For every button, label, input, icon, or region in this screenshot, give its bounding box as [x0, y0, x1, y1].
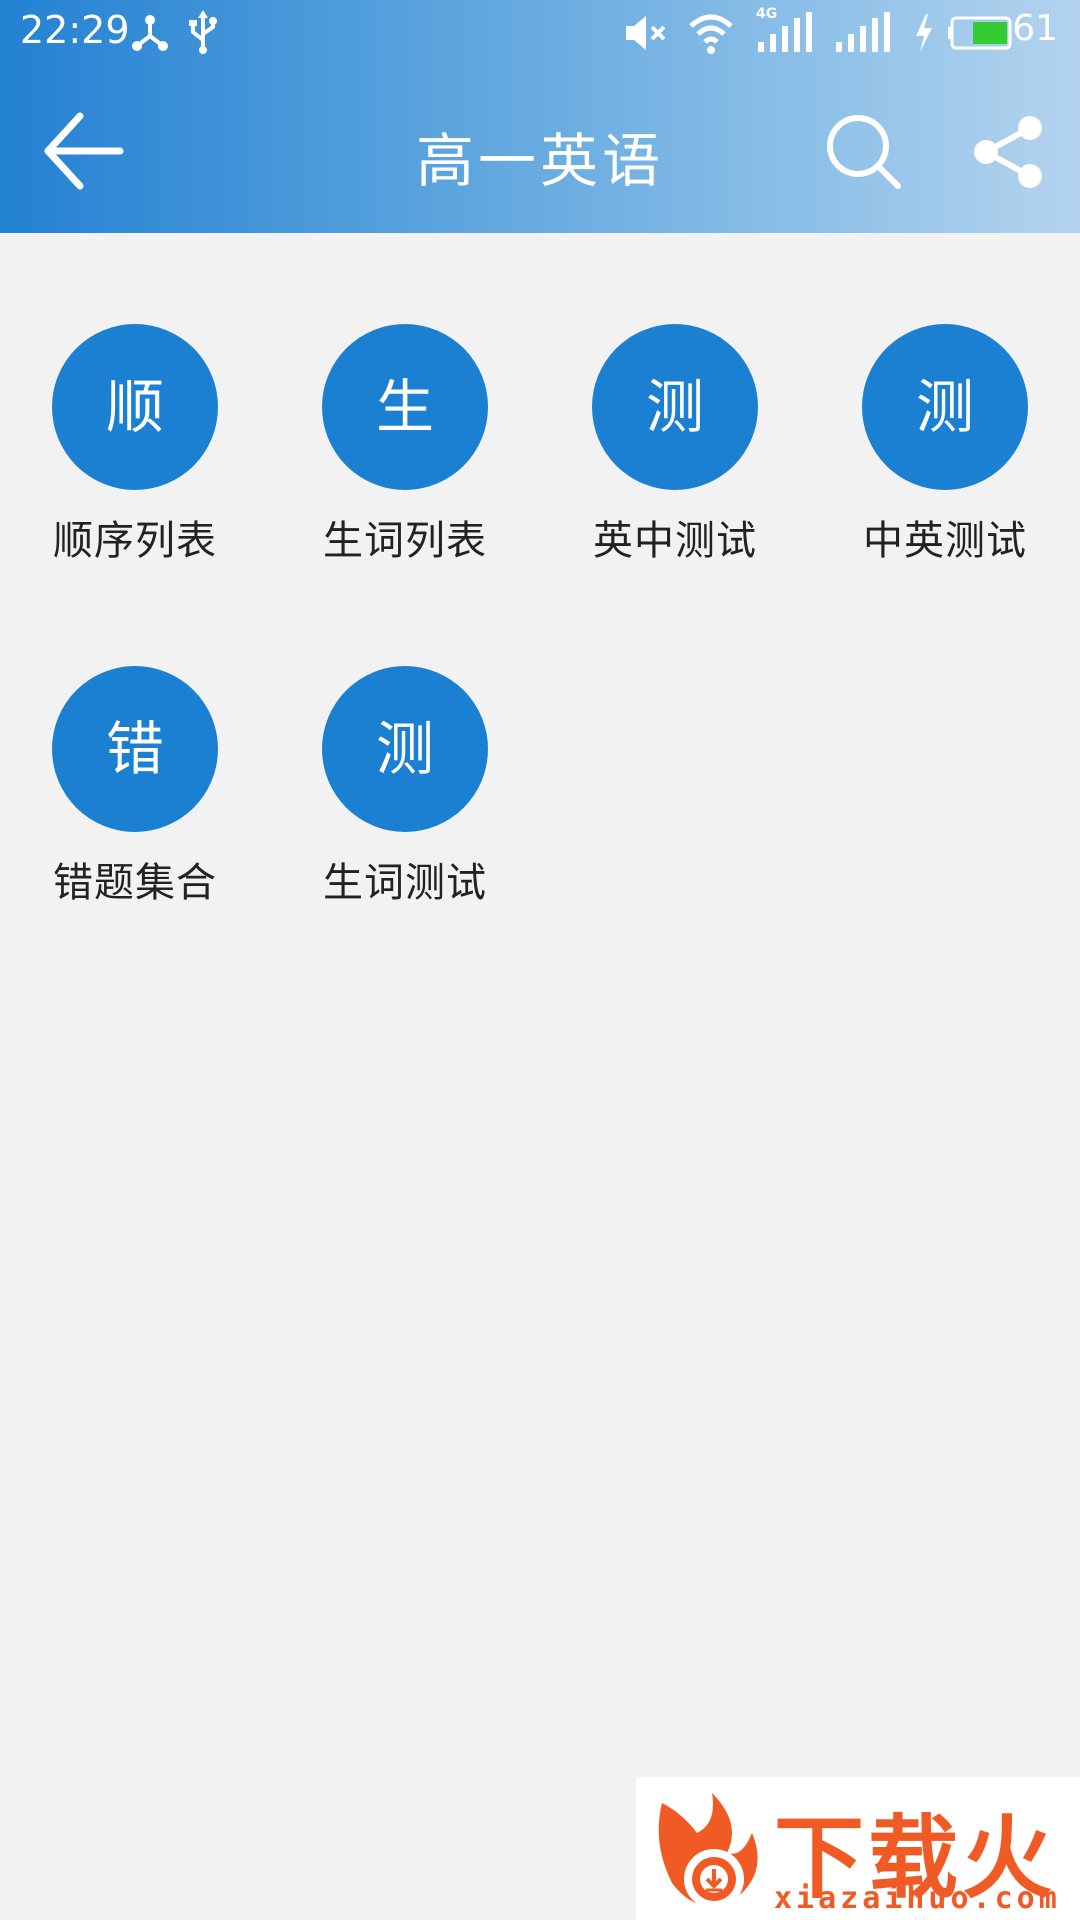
menu-item-icon: 测: [322, 666, 488, 832]
search-icon: [827, 115, 901, 189]
menu-item-icon: 错: [52, 666, 218, 832]
mute-icon: [626, 16, 666, 50]
watermark-url: xiazaihuo.com: [774, 1881, 1061, 1916]
status-time: 22:29: [20, 8, 130, 52]
menu-item-icon: 生: [322, 324, 488, 490]
page-title: 高一英语: [415, 127, 664, 195]
menu-item-en-zh-test[interactable]: 测 英中测试: [565, 324, 785, 584]
status-bar: 22:29 4G 61: [0, 0, 1080, 66]
header: 22:29 4G 61 高一英语: [0, 0, 1080, 233]
menu-item-label: 生词列表: [323, 518, 487, 564]
menu-item-sequential-list[interactable]: 顺 顺序列表: [25, 324, 245, 584]
menu-item-label: 中英测试: [863, 518, 1027, 564]
charging-icon: [916, 14, 932, 52]
menu-item-icon: 测: [592, 324, 758, 490]
watermark-logo: 下载火 xiazaihuo.com: [636, 1777, 1080, 1920]
search-button[interactable]: [822, 110, 908, 196]
menu-item-label: 英中测试: [593, 518, 757, 564]
app-bar: 高一英语: [0, 66, 1080, 233]
signal-icon: [836, 12, 890, 52]
menu-item-new-words-list[interactable]: 生 生词列表: [295, 324, 515, 584]
menu-item-icon: 测: [862, 324, 1028, 490]
menu-item-label: 错题集合: [53, 860, 217, 906]
battery-icon: [948, 16, 1012, 50]
menu-item-label: 生词测试: [323, 860, 487, 906]
menu-item-label: 顺序列表: [53, 518, 217, 564]
share-button[interactable]: [972, 110, 1048, 196]
share-icon: [974, 116, 1042, 188]
menu-item-new-words-test[interactable]: 测 生词测试: [295, 666, 515, 926]
signal-4g-icon: 4G: [756, 6, 814, 56]
menu-item-icon: 顺: [52, 324, 218, 490]
wifi-icon: [689, 14, 733, 54]
menu-item-zh-en-test[interactable]: 测 中英测试: [835, 324, 1055, 584]
usb-icon: [189, 10, 217, 54]
menu-item-wrong-answers[interactable]: 错 错题集合: [25, 666, 245, 926]
screen: 22:29 4G 61 高一英语 顺 顺序列表 生 生词列表 测 英中测试 测 …: [0, 0, 1080, 1920]
usb-tether-icon: [132, 15, 168, 51]
flame-logo-icon: [658, 1793, 758, 1909]
battery-percent: 61: [1012, 8, 1058, 49]
